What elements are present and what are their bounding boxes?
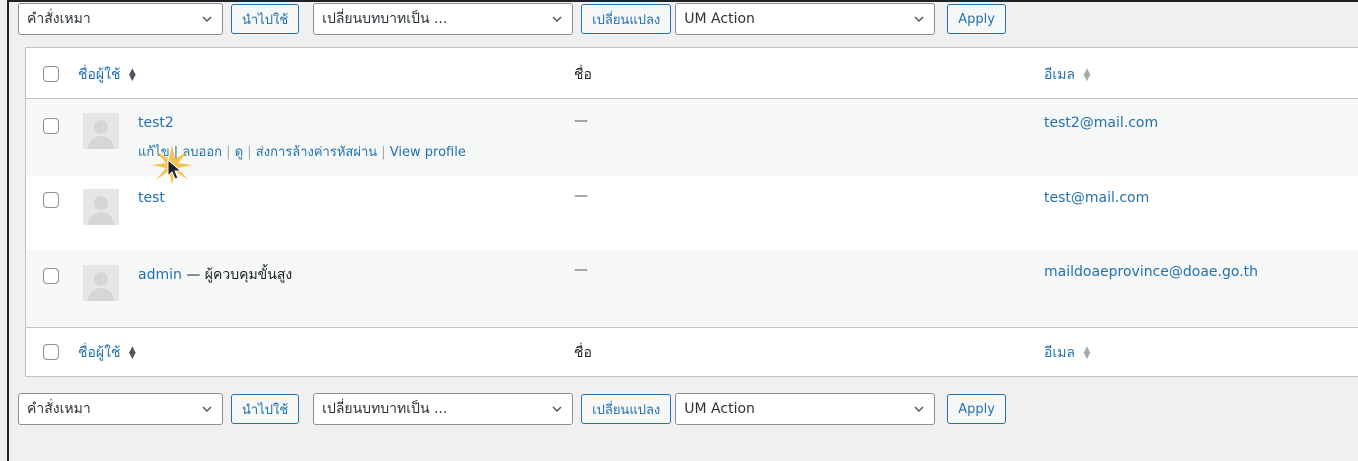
- row-checkbox[interactable]: [43, 268, 59, 284]
- name-cell: —: [574, 113, 588, 129]
- send-reset-link[interactable]: ส่งการล้างค่ารหัสผ่าน: [256, 145, 377, 160]
- email-link[interactable]: maildoaeprovince@doae.go.th: [1044, 264, 1258, 280]
- bulk-apply-button[interactable]: นำไปใช้: [231, 4, 300, 34]
- email-column-footer[interactable]: อีเมล ▲ ▼: [1044, 342, 1090, 364]
- bulk-action-select[interactable]: คำสั่งเหมา: [18, 3, 223, 35]
- username-link[interactable]: admin: [138, 267, 182, 283]
- change-role-selected: เปลี่ยนบทบาทเป็น ...: [322, 401, 448, 417]
- bulk-action-select[interactable]: คำสั่งเหมา: [18, 393, 223, 425]
- table-row: test2 แก้ไข | ลบออก | ดู | ส่งการล้างค่า…: [26, 99, 1358, 176]
- email-column-header[interactable]: อีเมล ▲ ▼: [1044, 64, 1090, 86]
- table-row: admin — ผู้ควบคุมขั้นสูง — maildoaeprovi…: [26, 250, 1358, 327]
- um-action-selected: UM Action: [684, 11, 755, 27]
- email-sort-link[interactable]: อีเมล: [1044, 345, 1075, 361]
- username-cell: admin — ผู้ควบคุมขั้นสูง: [138, 264, 292, 286]
- change-role-selected: เปลี่ยนบทบาทเป็น ...: [322, 11, 448, 27]
- um-apply-button[interactable]: Apply: [947, 394, 1006, 424]
- chevron-down-icon: [914, 14, 924, 24]
- avatar: [83, 113, 119, 149]
- bottom-tablenav: คำสั่งเหมา นำไปใช้ เปลี่ยนบทบาทเป็น ... …: [18, 392, 1006, 426]
- users-list-panel: คำสั่งเหมา นำไปใช้ เปลี่ยนบทบาทเป็น ... …: [7, 0, 1358, 461]
- table-row: test — test@mail.com: [26, 176, 1358, 250]
- username-sort-link[interactable]: ชื่อผู้ใช้: [78, 345, 120, 361]
- name-cell: —: [574, 188, 588, 204]
- sort-icon: ▲ ▼: [128, 67, 136, 83]
- row-checkbox[interactable]: [43, 118, 59, 134]
- email-link[interactable]: test2@mail.com: [1044, 115, 1158, 131]
- view-link[interactable]: ดู: [235, 145, 243, 160]
- change-role-select[interactable]: เปลี่ยนบทบาทเป็น ...: [313, 393, 574, 425]
- sort-icon: ▲ ▼: [1083, 345, 1091, 361]
- email-link[interactable]: test@mail.com: [1044, 190, 1149, 206]
- change-role-select[interactable]: เปลี่ยนบทบาทเป็น ...: [313, 3, 574, 35]
- table-footer-row: ชื่อผู้ใช้ ▲ ▼ ชื่อ อีเมล ▲ ▼: [26, 327, 1358, 376]
- select-all-checkbox[interactable]: [43, 66, 59, 82]
- username-column-header[interactable]: ชื่อผู้ใช้ ▲ ▼: [78, 64, 136, 86]
- cursor-click-icon: [150, 143, 194, 187]
- username-column-footer[interactable]: ชื่อผู้ใช้ ▲ ▼: [78, 342, 136, 364]
- bulk-action-selected: คำสั่งเหมา: [27, 401, 91, 417]
- name-cell: —: [574, 262, 588, 278]
- bulk-apply-button[interactable]: นำไปใช้: [231, 394, 300, 424]
- row-checkbox[interactable]: [43, 192, 59, 208]
- view-profile-link[interactable]: View profile: [390, 145, 466, 160]
- name-column-header: ชื่อ: [574, 67, 592, 83]
- chevron-down-icon: [552, 14, 562, 24]
- username-link[interactable]: test: [138, 190, 165, 206]
- um-action-select[interactable]: UM Action: [675, 3, 936, 35]
- top-tablenav: คำสั่งเหมา นำไปใช้ เปลี่ยนบทบาทเป็น ... …: [18, 2, 1006, 36]
- um-action-select[interactable]: UM Action: [675, 393, 936, 425]
- name-column-footer: ชื่อ: [574, 345, 592, 361]
- select-all-checkbox-footer[interactable]: [43, 344, 59, 360]
- sort-icon: ▲ ▼: [1083, 67, 1091, 83]
- um-action-selected: UM Action: [684, 401, 755, 417]
- chevron-down-icon: [552, 404, 562, 414]
- username-sort-link[interactable]: ชื่อผู้ใช้: [78, 67, 120, 83]
- um-apply-button[interactable]: Apply: [947, 4, 1006, 34]
- chevron-down-icon: [914, 404, 924, 414]
- avatar: [83, 265, 119, 301]
- change-role-button[interactable]: เปลี่ยนแปลง: [581, 4, 672, 34]
- table-header-row: ชื่อผู้ใช้ ▲ ▼ ชื่อ อีเมล ▲ ▼: [26, 48, 1358, 99]
- username-link[interactable]: test2: [138, 115, 174, 131]
- role-note: — ผู้ควบคุมขั้นสูง: [181, 267, 293, 283]
- chevron-down-icon: [202, 14, 212, 24]
- users-table: ชื่อผู้ใช้ ▲ ▼ ชื่อ อีเมล ▲ ▼ test2 แก้ไข …: [25, 47, 1358, 377]
- avatar: [83, 189, 119, 225]
- email-sort-link[interactable]: อีเมล: [1044, 67, 1075, 83]
- bulk-action-selected: คำสั่งเหมา: [27, 11, 91, 27]
- chevron-down-icon: [202, 404, 212, 414]
- sort-icon: ▲ ▼: [128, 345, 136, 361]
- change-role-button[interactable]: เปลี่ยนแปลง: [581, 394, 672, 424]
